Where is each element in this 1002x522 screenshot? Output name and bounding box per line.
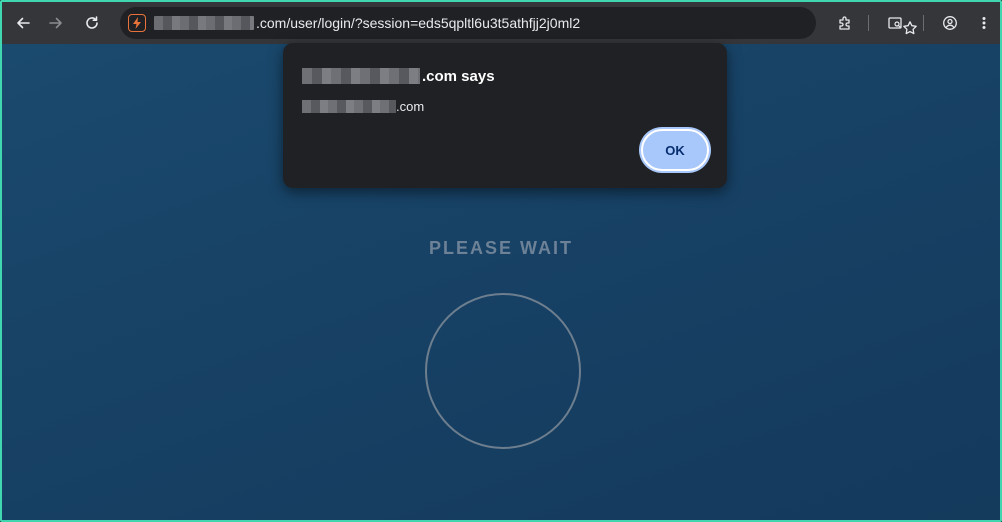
profile-icon — [943, 16, 957, 30]
url-redacted-domain — [154, 16, 254, 30]
browser-window: .com/user/login/?session=eds5qpltl6u3t5a… — [0, 0, 1002, 522]
toolbar-divider — [923, 15, 924, 31]
please-wait-label: PLEASE WAIT — [428, 238, 573, 258]
alert-dialog: .com says .com OK — [283, 43, 727, 188]
dialog-message: .com — [396, 99, 425, 114]
reading-mode-button[interactable] — [881, 9, 909, 37]
ok-button[interactable]: OK — [641, 129, 709, 171]
dialog-redacted-message — [302, 100, 396, 113]
reload-button[interactable] — [78, 9, 106, 37]
site-info-icon[interactable] — [128, 14, 146, 32]
url-text[interactable]: .com/user/login/?session=eds5qpltl6u3t5a… — [256, 15, 580, 31]
reload-icon — [86, 16, 98, 29]
profile-button[interactable] — [936, 9, 964, 37]
address-bar[interactable]: .com/user/login/?session=eds5qpltl6u3t5a… — [120, 7, 917, 39]
browser-menu-button[interactable] — [970, 9, 998, 37]
extensions-button[interactable] — [831, 9, 859, 37]
reading-mode-icon — [888, 17, 902, 29]
back-button[interactable] — [9, 9, 37, 37]
browser-toolbar: .com/user/login/?session=eds5qpltl6u3t5a… — [2, 2, 1000, 44]
forward-button[interactable] — [42, 9, 70, 37]
dialog-redacted-domain — [302, 68, 420, 84]
arrow-right-icon — [49, 17, 62, 29]
arrow-left-icon — [17, 17, 30, 29]
toolbar-divider — [868, 15, 869, 31]
kebab-menu-icon — [982, 17, 986, 29]
loading-spinner — [425, 293, 581, 449]
puzzle-icon — [839, 16, 850, 30]
dialog-title: .com says — [422, 68, 495, 85]
